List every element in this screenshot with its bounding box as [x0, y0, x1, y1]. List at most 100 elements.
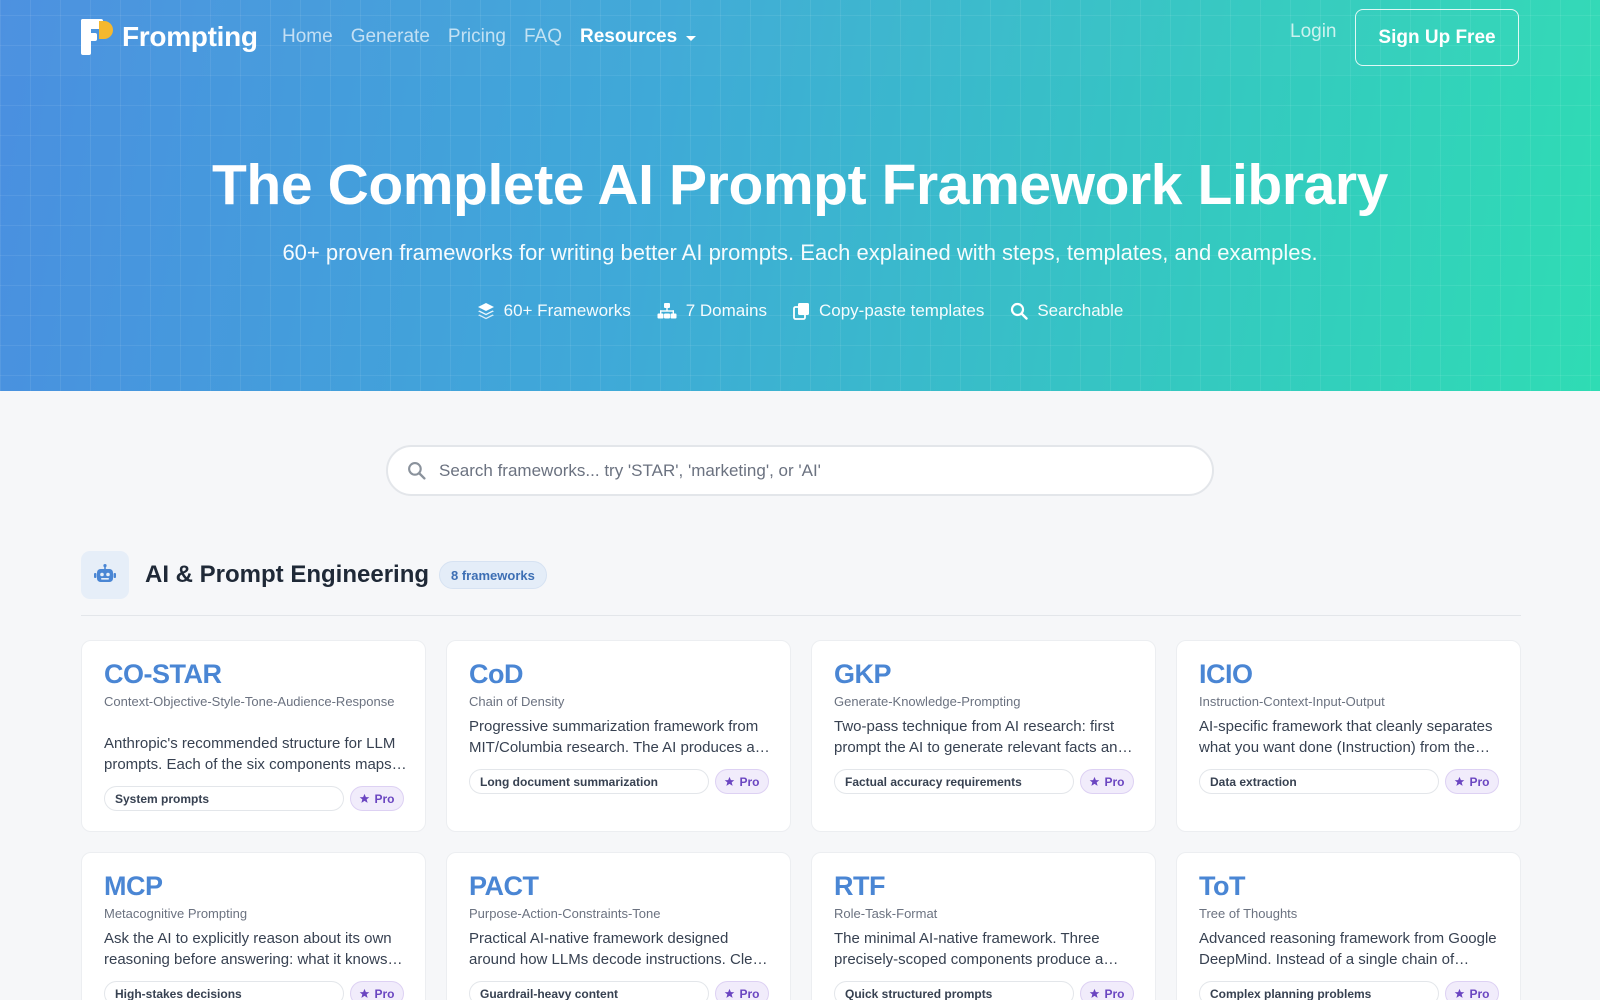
star-icon	[1455, 776, 1465, 786]
use-case-tag: Factual accuracy requirements	[834, 769, 1074, 794]
card-description: Two-pass technique from AI research: fir…	[834, 718, 1126, 756]
section-divider	[81, 615, 1521, 616]
card-full-name: Instruction-Context-Input-Output	[1199, 694, 1385, 709]
chevron-down-icon	[686, 35, 697, 41]
star-icon	[1090, 776, 1100, 786]
nav-home[interactable]: Home	[282, 26, 333, 48]
framework-card-icio[interactable]: ICIO Instruction-Context-Input-Output AI…	[1176, 640, 1521, 832]
nav-faq[interactable]: FAQ	[524, 26, 562, 48]
nav-pricing[interactable]: Pricing	[448, 26, 506, 48]
pro-badge-label: Pro	[1469, 986, 1490, 1000]
brand-logo[interactable]: Frompting	[81, 18, 258, 56]
card-abbreviation: GKP	[834, 659, 892, 689]
pro-badge: Pro	[350, 981, 404, 1000]
card-abbreviation: RTF	[834, 871, 885, 901]
pro-badge-label: Pro	[374, 791, 395, 806]
use-case-tag: System prompts	[104, 786, 344, 811]
feature-list: 60+ Frameworks 7 Domains Copy-paste temp…	[0, 301, 1600, 321]
pro-badge: Pro	[715, 769, 769, 794]
star-icon	[1455, 988, 1465, 998]
feature-label: Copy-paste templates	[818, 301, 985, 320]
card-full-name: Purpose-Action-Constraints-Tone	[469, 906, 661, 921]
pro-badge-label: Pro	[739, 774, 760, 789]
framework-card-tot[interactable]: ToT Tree of Thoughts Advanced reasoning …	[1176, 852, 1521, 1000]
pro-badge: Pro	[715, 981, 769, 1000]
card-description: Progressive summarization framework from…	[469, 718, 759, 756]
copy-icon	[793, 303, 809, 320]
feature-domains: 7 Domains	[657, 301, 767, 321]
pro-badge-label: Pro	[739, 986, 760, 1000]
pro-badge: Pro	[1445, 769, 1499, 794]
feature-searchable: Searchable	[1010, 301, 1123, 321]
login-link[interactable]: Login	[1290, 21, 1337, 43]
pro-badge-label: Pro	[1104, 986, 1125, 1000]
card-description: The minimal AI-native framework. Three p…	[834, 930, 1104, 968]
framework-card-co-star[interactable]: CO-STAR Context-Objective-Style-Tone-Aud…	[81, 640, 426, 832]
layers-icon	[477, 303, 494, 320]
use-case-tag: Data extraction	[1199, 769, 1439, 794]
framework-search[interactable]	[386, 445, 1214, 496]
star-icon	[360, 793, 370, 803]
card-full-name: Metacognitive Prompting	[104, 906, 248, 921]
framework-count-badge: 8 frameworks	[439, 561, 547, 589]
pro-badge: Pro	[1080, 769, 1134, 794]
card-full-name: Role-Task-Format	[834, 906, 938, 921]
framework-card-gkp[interactable]: GKP Generate-Knowledge-Prompting Two-pas…	[811, 640, 1156, 832]
star-icon	[1090, 988, 1100, 998]
brand-name: Frompting	[122, 21, 258, 52]
logo-icon	[81, 19, 113, 55]
star-icon	[360, 988, 370, 998]
card-abbreviation: CO-STAR	[104, 659, 222, 689]
use-case-tag: Quick structured prompts	[834, 981, 1074, 1000]
feature-label: Searchable	[1037, 301, 1124, 320]
pro-badge-label: Pro	[1104, 774, 1125, 789]
feature-label: 60+ Frameworks	[503, 301, 631, 320]
pro-badge-label: Pro	[1469, 774, 1490, 789]
framework-card-mcp[interactable]: MCP Metacognitive Prompting Ask the AI t…	[81, 852, 426, 1000]
card-full-name: Tree of Thoughts	[1199, 906, 1298, 921]
use-case-tag: Complex planning problems	[1199, 981, 1439, 1000]
nav-generate[interactable]: Generate	[351, 26, 430, 48]
card-description: Advanced reasoning framework from Google…	[1199, 930, 1497, 968]
search-icon	[1011, 302, 1029, 320]
card-abbreviation: CoD	[469, 659, 524, 689]
search-icon	[408, 462, 426, 480]
framework-card-cod[interactable]: CoD Chain of Density Progressive summari…	[446, 640, 791, 832]
card-description: Practical AI-native framework designed a…	[469, 930, 766, 968]
star-icon	[725, 988, 735, 998]
feature-frameworks: 60+ Frameworks	[477, 301, 631, 321]
star-icon	[725, 776, 735, 786]
card-description: Ask the AI to explicitly reason about it…	[104, 930, 392, 968]
page-title: The Complete AI Prompt Framework Library	[212, 153, 1388, 217]
use-case-tag: Long document summarization	[469, 769, 709, 794]
card-abbreviation: PACT	[469, 871, 539, 901]
card-abbreviation: ToT	[1199, 871, 1245, 901]
hero-banner: Frompting Home Generate Pricing FAQ Reso…	[0, 0, 1600, 391]
robot-icon	[81, 551, 129, 599]
top-navbar: Frompting Home Generate Pricing FAQ Reso…	[0, 0, 1600, 75]
pro-badge-label: Pro	[374, 986, 395, 1000]
signup-button[interactable]: Sign Up Free	[1355, 9, 1519, 66]
card-description: AI-specific framework that cleanly separ…	[1199, 718, 1493, 756]
main-nav: Home Generate Pricing FAQ Resources	[282, 25, 714, 49]
sitemap-icon	[657, 303, 677, 319]
card-full-name: Generate-Knowledge-Prompting	[834, 694, 1021, 709]
page-subtitle: 60+ proven frameworks for writing better…	[282, 240, 1318, 265]
use-case-tag: Guardrail-heavy content	[469, 981, 709, 1000]
nav-resources-label: Resources	[580, 26, 678, 47]
nav-resources-dropdown[interactable]: Resources	[580, 26, 697, 48]
card-full-name: Context-Objective-Style-Tone-Audience-Re…	[104, 694, 395, 709]
card-abbreviation: MCP	[104, 871, 163, 901]
feature-templates: Copy-paste templates	[793, 301, 984, 321]
pro-badge: Pro	[1080, 981, 1134, 1000]
pro-badge: Pro	[350, 786, 404, 811]
card-full-name: Chain of Density	[469, 694, 565, 709]
framework-card-rtf[interactable]: RTF Role-Task-Format The minimal AI-nati…	[811, 852, 1156, 1000]
section-title: AI & Prompt Engineering	[145, 561, 430, 588]
card-abbreviation: ICIO	[1199, 659, 1253, 689]
feature-label: 7 Domains	[685, 301, 767, 320]
framework-card-pact[interactable]: PACT Purpose-Action-Constraints-Tone Pra…	[446, 852, 791, 1000]
use-case-tag: High-stakes decisions	[104, 981, 344, 1000]
search-input[interactable]	[439, 460, 1179, 481]
card-description: Anthropic's recommended structure for LL…	[104, 735, 396, 773]
